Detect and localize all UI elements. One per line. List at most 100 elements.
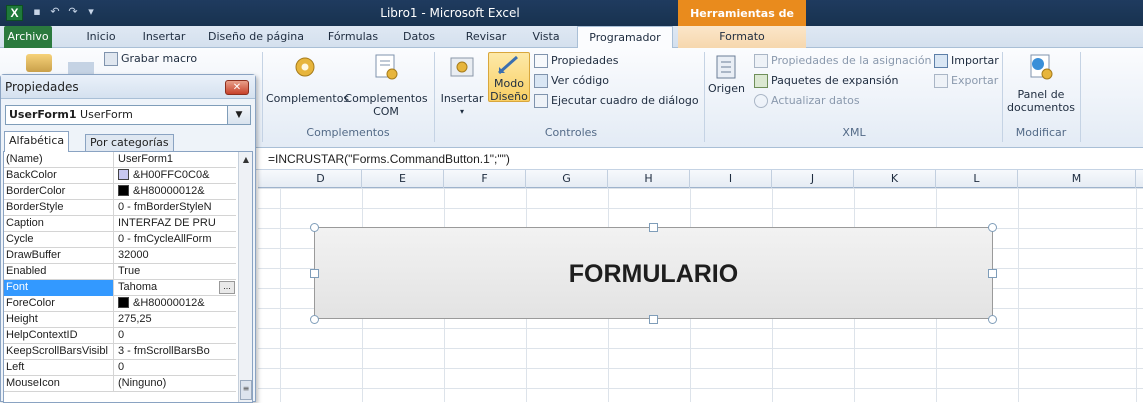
ver-codigo-button[interactable]: Ver código [534,72,609,90]
property-value[interactable]: 0 - fmBorderStyleN [115,200,236,216]
tab-programador[interactable]: Programador [577,26,673,48]
property-value[interactable]: 0 [115,360,236,376]
tab-revisar[interactable]: Revisar [458,26,514,48]
property-value[interactable]: 275,25 [115,312,236,328]
property-row[interactable]: BorderStyle 0 - fmBorderStyleN [4,200,236,216]
property-row-selected[interactable]: Font Tahoma... [4,280,236,296]
customize-icon[interactable]: ▾ [84,5,98,19]
column-header[interactable]: L [936,170,1018,188]
macros-icon[interactable] [68,62,94,74]
property-value[interactable]: 32000 [115,248,236,264]
property-row[interactable]: Height 275,25 [4,312,236,328]
resize-handle[interactable] [988,223,997,232]
resize-handle[interactable] [988,269,997,278]
tab-alfabetica[interactable]: Alfabética [4,131,70,152]
properties-icon [534,54,548,68]
modo-diseno-button[interactable]: Modo Diseño [488,52,530,103]
paquetes-expansion-button[interactable]: Paquetes de expansión [754,72,898,90]
property-value[interactable]: 0 - fmCycleAllForm [115,232,236,248]
property-value[interactable]: Tahoma... [115,280,236,296]
scroll-thumb[interactable]: ≡ [240,380,252,400]
column-header[interactable]: F [444,170,526,188]
property-value[interactable]: UserForm1 [115,152,236,168]
resize-handle[interactable] [310,223,319,232]
property-row[interactable]: Left 0 [4,360,236,376]
formulario-command-button[interactable]: FORMULARIO [314,227,993,319]
property-row[interactable]: (Name) UserForm1 [4,152,236,168]
column-header[interactable]: J [772,170,854,188]
visual-basic-icon[interactable] [26,54,52,72]
resize-handle[interactable] [649,223,658,232]
property-value[interactable]: &H80000012& [115,296,236,312]
column-header[interactable]: K [854,170,936,188]
tab-diseno-pagina[interactable]: Diseño de página [204,26,308,48]
property-value[interactable]: 0 [115,328,236,344]
importar-button[interactable]: Importar [934,52,999,70]
ejecutar-dialogo-button[interactable]: Ejecutar cuadro de diálogo [534,92,699,110]
close-icon[interactable]: ✕ [225,80,249,95]
propiedades-button[interactable]: Propiedades [534,52,618,70]
resize-handle[interactable] [649,315,658,324]
tab-datos[interactable]: Datos [394,26,444,48]
tab-formulas[interactable]: Fórmulas [322,26,384,48]
property-row[interactable]: Cycle 0 - fmCycleAllForm [4,232,236,248]
panel-label-2: documentos [1007,101,1075,114]
group-label-complementos: Complementos [306,126,390,139]
undo-icon[interactable]: ↶ [48,5,62,19]
exportar-button[interactable]: Exportar [934,72,998,90]
property-row[interactable]: Caption INTERFAZ DE PRU [4,216,236,232]
property-row[interactable]: HelpContextID 0 [4,328,236,344]
chevron-down-icon[interactable]: ▼ [227,106,250,124]
import-icon [934,54,948,68]
resize-handle[interactable] [988,315,997,324]
excel-logo-icon[interactable]: X [6,5,23,21]
property-row[interactable]: Enabled True [4,264,236,280]
scroll-up-icon[interactable]: ▲ [239,152,252,167]
property-name: Height [4,312,114,328]
resize-handle[interactable] [310,315,319,324]
tab-por-categorias[interactable]: Por categorías [85,134,174,151]
property-value[interactable]: INTERFAZ DE PRU [115,216,236,232]
insertar-control-button[interactable]: Insertar ▾ [440,52,484,118]
object-selector[interactable]: UserForm1 UserForm [5,105,251,125]
ellipsis-button[interactable]: ... [219,281,235,294]
panel-documentos-button[interactable]: Panel de documentos [1004,52,1078,114]
property-row[interactable]: DrawBuffer 32000 [4,248,236,264]
property-value[interactable]: True [115,264,236,280]
column-header[interactable]: M [1018,170,1136,188]
column-header[interactable]: H [608,170,690,188]
property-row[interactable]: MouseIcon (Ninguno) [4,376,236,392]
origen-button[interactable]: Origen [708,52,745,95]
tab-formato[interactable]: Formato [710,26,774,48]
propiedades-asignacion-button[interactable]: Propiedades de la asignación [754,52,932,70]
property-row[interactable]: BackColor &H00FFC0C0& [4,168,236,184]
tab-insertar[interactable]: Insertar [136,26,192,48]
actualizar-datos-button[interactable]: Actualizar datos [754,92,860,110]
property-value[interactable]: (Ninguno) [115,376,236,392]
property-row[interactable]: KeepScrollBarsVisibl 3 - fmScrollBarsBo [4,344,236,360]
resize-handle[interactable] [310,269,319,278]
property-value[interactable]: 3 - fmScrollBarsBo [115,344,236,360]
property-grid: (Name) UserForm1 BackColor &H00FFC0C0& Bor… [3,151,253,403]
property-value[interactable]: &H00FFC0C0& [115,168,236,184]
column-header[interactable]: N [1136,170,1143,188]
redo-icon[interactable]: ↷ [66,5,80,19]
vertical-scrollbar[interactable]: ▲ ≡ [238,152,252,402]
column-header[interactable]: E [362,170,444,188]
complementos-com-button[interactable]: Complementos COM [344,52,428,118]
tab-archivo[interactable]: Archivo [4,26,52,48]
complementos-button[interactable]: Complementos [266,52,349,105]
properties-title: Propiedades [1,75,255,99]
column-header[interactable]: D [280,170,362,188]
property-row[interactable]: ForeColor &H80000012& [4,296,236,312]
group-label-modificar: Modificar [1015,126,1067,139]
property-row[interactable]: BorderColor &H80000012& [4,184,236,200]
grabar-macro-button[interactable]: Grabar macro [104,50,197,68]
tab-inicio[interactable]: Inicio [78,26,124,48]
column-header[interactable]: G [526,170,608,188]
formula-input[interactable]: =INCRUSTAR("Forms.CommandButton.1";"") [268,148,510,170]
column-header[interactable]: I [690,170,772,188]
property-value[interactable]: &H80000012& [115,184,236,200]
save-icon[interactable]: ▪ [30,5,44,19]
tab-vista[interactable]: Vista [524,26,568,48]
